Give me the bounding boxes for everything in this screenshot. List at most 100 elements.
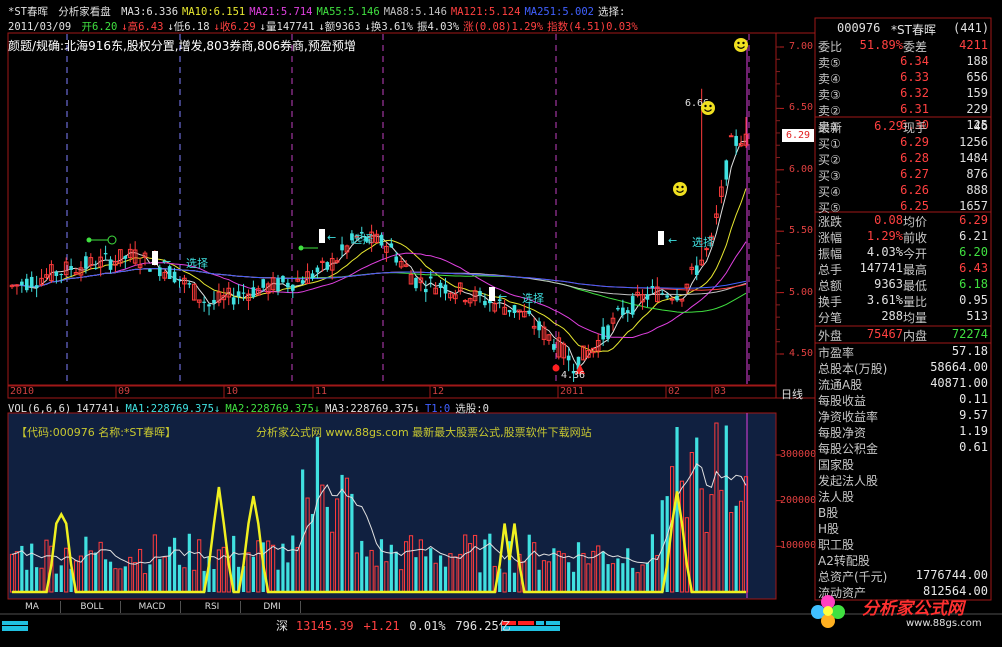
ohlc-item: 指数(4.51)0.03% — [547, 21, 638, 33]
sell-level-row: 卖③ 6.32 159 — [818, 86, 988, 102]
volume-header: VOL(6,6,6) 147741↓ MA1:228769.375↓ MA2:2287… — [8, 401, 494, 416]
ma-item: MA251:5.002 — [524, 6, 594, 18]
volume-bar — [30, 543, 34, 592]
ohlc-item: ↓量147741 — [259, 21, 315, 33]
financial-row: B股 — [818, 506, 839, 520]
indicator-tab[interactable]: BOLL — [64, 601, 121, 613]
date-axis-label: 02 — [668, 386, 681, 397]
quote-stat-row: 涨跌 0.08 均价 6.29 — [818, 213, 988, 229]
candle-body — [669, 298, 675, 301]
view-mode: 分析家看盘 — [58, 6, 111, 18]
quote-stat-row: 换手 3.61% 量比 0.95 — [818, 293, 988, 309]
volume-header-item: MA2:228769.375↓ — [225, 403, 321, 415]
volume-header-item: MA3:228769.375↓ — [325, 403, 420, 415]
candle-body — [537, 321, 541, 331]
volume-bar — [606, 564, 610, 592]
candle-body — [29, 276, 34, 288]
volume-bar — [443, 566, 448, 592]
market-amount: 796.25亿 — [455, 619, 511, 633]
candle-body — [660, 293, 665, 295]
ohlc-item: 涨(0.08)1.29% — [463, 21, 544, 33]
market-label: 深 — [276, 619, 289, 633]
volume-header-item: 选股:0 — [455, 403, 489, 415]
candle-body — [93, 267, 98, 269]
volume-bar — [424, 556, 428, 592]
indicator-tab[interactable]: DMI — [244, 601, 301, 613]
volume-bar — [251, 556, 255, 592]
stock-code: 000976 — [837, 21, 881, 35]
volume-bar — [123, 566, 127, 592]
select-arrow-icon: ← — [498, 290, 508, 303]
ohlc-item: ↓收6.29 — [213, 21, 256, 33]
financial-row: A2转配股 — [818, 554, 870, 568]
volume-bar — [645, 562, 650, 592]
candle-body — [483, 300, 487, 306]
price-axis-label: 5.50 — [789, 225, 814, 237]
volume-bar — [35, 567, 39, 592]
buy-level-row: 买④ 6.26 888 — [818, 183, 988, 199]
volume-bar — [616, 558, 620, 592]
candle-body — [231, 297, 236, 305]
candle-body — [54, 271, 59, 276]
date-axis-label: 2010 — [10, 386, 35, 397]
select-marker — [658, 231, 664, 245]
smiley-icon — [673, 182, 687, 196]
candle-body — [414, 277, 418, 289]
select-label: 选择 — [351, 233, 373, 246]
candle-body — [438, 282, 443, 288]
period-daily-button[interactable]: 日线 — [781, 386, 803, 402]
volume-bar — [429, 548, 433, 592]
candle-body — [443, 284, 448, 294]
low-dot — [552, 364, 560, 372]
low-price-label: 4.36 — [561, 370, 586, 381]
ohlc-item: ↓低6.18 — [167, 21, 210, 33]
quote-stat-row: 涨幅 1.29% 前收 6.21 — [818, 229, 988, 245]
candle-body — [310, 273, 315, 279]
volume-bar — [25, 569, 29, 592]
bar-date: 2011/03/09 — [8, 21, 72, 33]
volume-bar — [276, 569, 280, 592]
financial-row: 总资产(千元) 1776744.00 — [818, 568, 988, 584]
volume-bar — [438, 555, 443, 592]
ohlc-item: ↓高6.43 — [121, 21, 164, 33]
volume-bar — [168, 546, 172, 592]
volume-bar — [310, 513, 315, 592]
candle-body — [103, 253, 108, 255]
volume-bar — [488, 533, 492, 592]
volume-bar — [379, 539, 384, 592]
volume-bar — [291, 535, 295, 592]
buy-level-row: 买② 6.28 1484 — [818, 151, 988, 167]
select-label: 选择 — [522, 292, 544, 305]
volume-bar — [394, 551, 398, 592]
volume-bar — [20, 545, 24, 592]
ma-line — [11, 267, 747, 313]
stock-name: *ST春晖 — [8, 6, 48, 18]
volume-bar — [695, 437, 699, 592]
volume-bar — [94, 552, 98, 592]
indicator-tab[interactable]: MA — [4, 601, 61, 613]
chart-header-ma: *ST春晖 分析家看盘 MA3:6.336 MA10:6.151 MA21:5.71… — [8, 4, 633, 19]
volume-bar — [177, 564, 182, 592]
date-axis-label: 03 — [714, 386, 727, 397]
current-price-tag: 6.29 — [782, 129, 814, 142]
volume-bar — [172, 537, 177, 592]
volume-bar — [59, 565, 63, 592]
indicator-tab[interactable]: MACD — [124, 601, 181, 613]
index-pct: 0.01% — [409, 619, 446, 633]
volume-header-item: T1:0 — [424, 403, 451, 415]
volume-bar — [621, 563, 625, 592]
volume-bar — [108, 561, 113, 592]
volume-bar — [631, 567, 635, 592]
volume-axis-label: 300000 — [780, 449, 817, 460]
ma-item: MA55:5.146 — [316, 6, 380, 18]
ma-item: MA3:6.336 — [121, 6, 179, 18]
candle-body — [512, 305, 517, 314]
ma-item: 选择: — [598, 6, 626, 18]
banner-code: 【代码:000976 名称:*ST春晖】 — [16, 426, 177, 439]
volume-bar — [350, 493, 354, 592]
smiley-icon — [701, 101, 715, 115]
waipan-row: 外盘 75467 内盘 72274 — [818, 327, 988, 343]
volume-bar — [734, 505, 738, 592]
indicator-tab[interactable]: RSI — [184, 601, 241, 613]
candle-body — [394, 256, 399, 263]
